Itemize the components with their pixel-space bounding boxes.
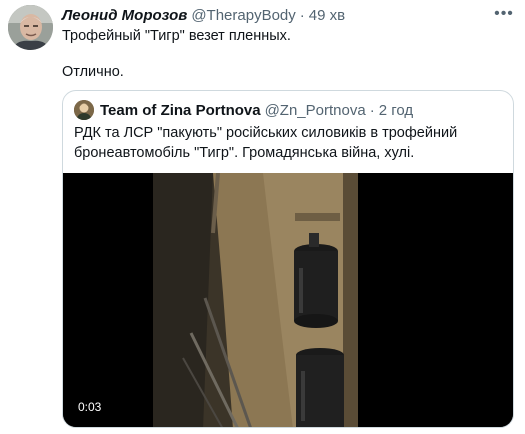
video-duration: 0:03 [75,399,105,415]
video-player[interactable]: 0:03 [63,173,513,427]
tweet-text-line-2: Отлично. [62,64,124,80]
quoted-author-name[interactable]: Team of Zina Portnova [100,102,261,119]
video-frame [63,173,513,427]
tweet: Леонид Морозов @TherapyBody · 49 хв ••• … [0,0,525,434]
separator-dot: · [299,6,305,24]
tweet-text-line-1: Трофейный "Тигр" везет пленных. [62,28,291,44]
quoted-author-handle[interactable]: @Zn_Portnova [265,102,366,119]
author-name[interactable]: Леонид Морозов [62,7,187,24]
quoted-text-line-1: РДК та ЛСР "пакують" російських силовикі… [74,125,458,141]
quoted-tweet-time[interactable]: 2 год [379,102,413,119]
quoted-author-avatar[interactable] [74,100,94,120]
tweet-time[interactable]: 49 хв [309,7,345,24]
separator-dot: · [369,101,375,119]
tweet-header: Леонид Морозов @TherapyBody · 49 хв [62,5,485,25]
author-avatar[interactable] [8,5,53,50]
quoted-tweet-header: Team of Zina Portnova @Zn_Portnova · 2 г… [74,100,503,120]
more-options-icon[interactable]: ••• [491,4,517,24]
quoted-text-line-2: бронеавтомобіль "Тигр". Громадянська вій… [74,145,415,161]
quoted-tweet[interactable]: Team of Zina Portnova @Zn_Portnova · 2 г… [62,90,514,428]
author-handle[interactable]: @TherapyBody [191,7,295,24]
